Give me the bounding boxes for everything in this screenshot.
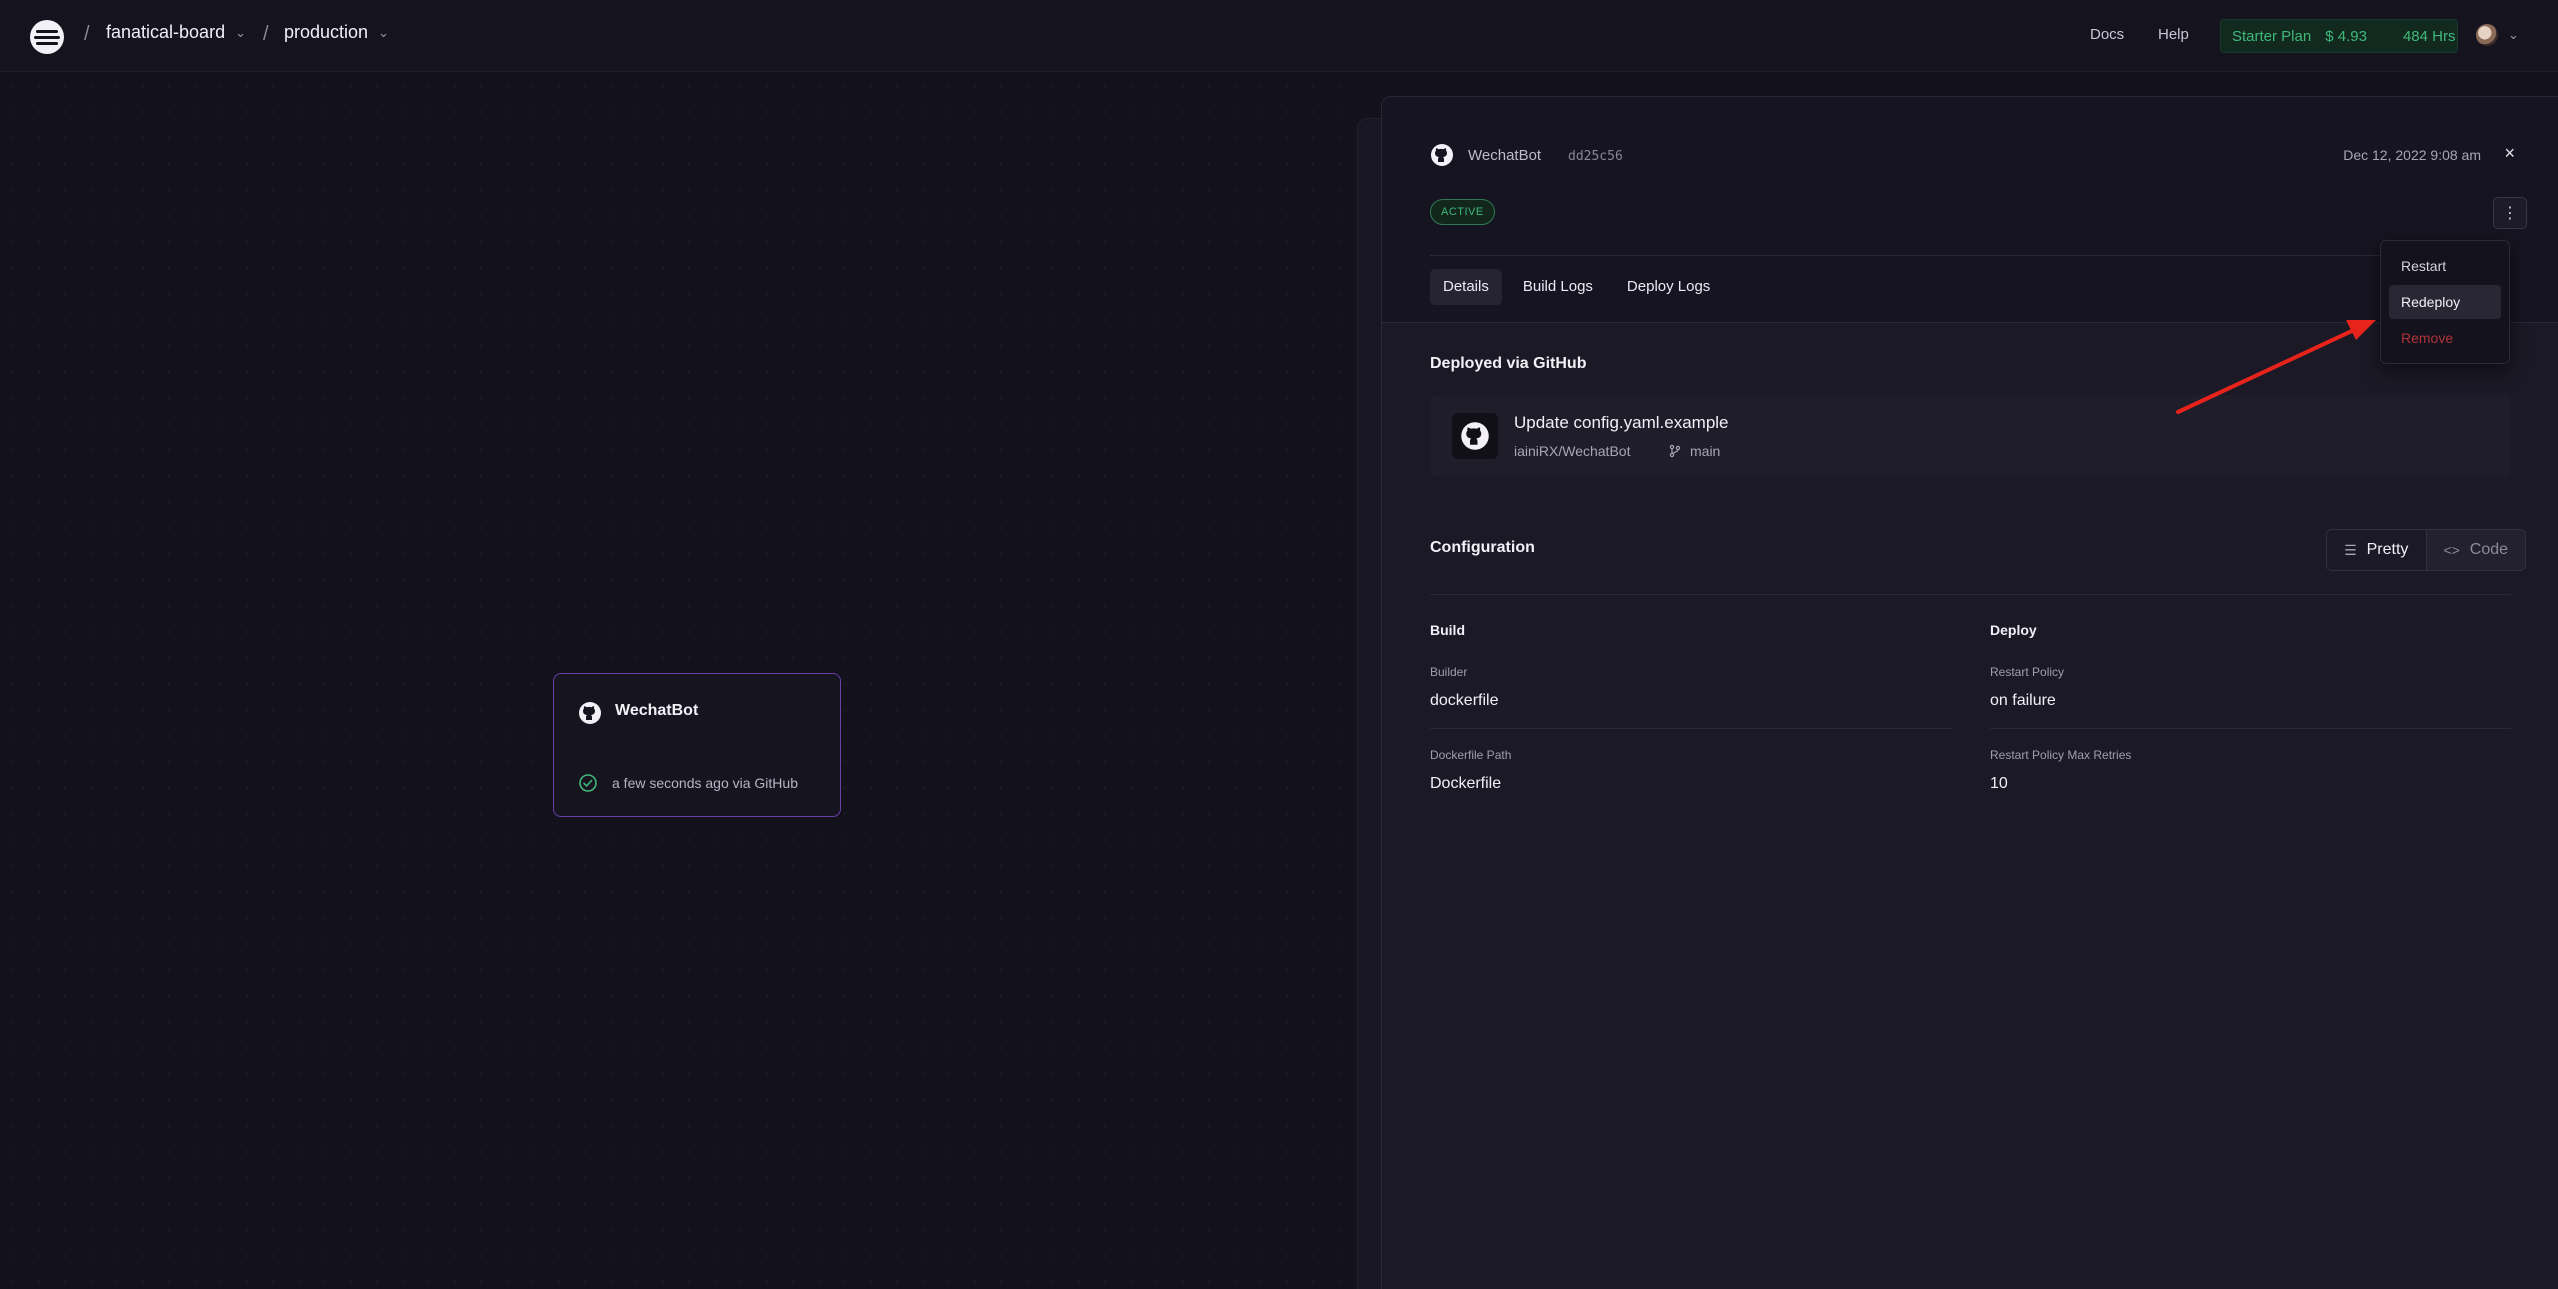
list-icon: ☰ xyxy=(2344,541,2357,558)
git-branch-icon xyxy=(1669,444,1681,458)
commit-repo-link[interactable]: iainiRX/WechatBot xyxy=(1514,443,1630,459)
deployment-date: Dec 12, 2022 9:08 am xyxy=(2343,147,2481,163)
commit-branch: main xyxy=(1668,443,1720,459)
restart-policy-value: on failure xyxy=(1990,692,2056,709)
github-icon xyxy=(1452,413,1498,459)
code-label: Code xyxy=(2469,541,2509,558)
tab-details[interactable]: Details xyxy=(1430,269,1502,305)
commit-info-box[interactable]: Update config.yaml.example iainiRX/Wecha… xyxy=(1430,395,2511,477)
project-name: fanatical-board xyxy=(106,22,226,42)
plan-usage-badge[interactable]: Starter Plan $ 4.93 484 Hrs xyxy=(2220,19,2458,53)
tab-build-logs[interactable]: Build Logs xyxy=(1510,269,1606,305)
close-icon[interactable]: × xyxy=(2504,143,2515,164)
project-selector[interactable]: fanatical-board ⌄ xyxy=(106,22,246,43)
more-options-button[interactable]: ⋮ xyxy=(2493,197,2527,229)
github-icon xyxy=(579,702,601,724)
panel-tabs: Details Build Logs Deploy Logs xyxy=(1430,269,1723,305)
menu-item-remove[interactable]: Remove xyxy=(2389,321,2501,355)
project-canvas[interactable]: WechatBot a few seconds ago via GitHub xyxy=(0,73,1360,1289)
max-retries-value: 10 xyxy=(1990,775,2008,792)
code-view-button[interactable]: <> Code xyxy=(2425,530,2525,570)
menu-item-redeploy[interactable]: Redeploy xyxy=(2389,285,2501,319)
commit-hash: dd25c56 xyxy=(1568,149,1623,164)
deployed-via-title: Deployed via GitHub xyxy=(1430,355,1587,372)
help-link[interactable]: Help xyxy=(2158,26,2189,43)
code-icon: <> xyxy=(2443,542,2460,558)
restart-policy-label: Restart Policy xyxy=(1990,665,2065,679)
railway-logo-icon[interactable] xyxy=(30,20,64,54)
github-icon xyxy=(1431,144,1453,166)
chevron-down-icon[interactable]: ⌄ xyxy=(2508,27,2519,43)
plan-cost: $ 4.93 xyxy=(2325,27,2367,45)
dockerfile-path-value: Dockerfile xyxy=(1430,775,1502,792)
pretty-view-button[interactable]: ☰ Pretty xyxy=(2327,530,2426,570)
plan-hours: 484 Hrs xyxy=(2402,27,2456,45)
service-name: WechatBot xyxy=(615,702,699,719)
divider xyxy=(1430,728,1952,729)
service-card[interactable]: WechatBot a few seconds ago via GitHub xyxy=(553,673,841,817)
environment-selector[interactable]: production ⌄ xyxy=(284,22,389,43)
max-retries-label: Restart Policy Max Retries xyxy=(1990,748,2132,762)
chevron-down-icon: ⌄ xyxy=(235,24,246,40)
pretty-label: Pretty xyxy=(2366,541,2409,558)
plan-name: Starter Plan xyxy=(2232,27,2312,45)
menu-item-restart[interactable]: Restart xyxy=(2389,249,2501,283)
tab-deploy-logs[interactable]: Deploy Logs xyxy=(1614,269,1723,305)
deploy-heading: Deploy xyxy=(1990,622,2037,638)
config-view-toggle: ☰ Pretty <> Code xyxy=(2326,529,2526,571)
builder-label: Builder xyxy=(1430,665,1468,679)
user-avatar[interactable] xyxy=(2476,24,2498,46)
divider xyxy=(1430,594,2511,595)
configuration-title: Configuration xyxy=(1430,539,1535,556)
breadcrumb-separator: / xyxy=(263,23,269,45)
chevron-down-icon: ⌄ xyxy=(378,24,389,40)
commit-message: Update config.yaml.example xyxy=(1514,413,1729,432)
divider xyxy=(1990,728,2511,729)
builder-value: dockerfile xyxy=(1430,692,1499,709)
panel-service-name: WechatBot xyxy=(1468,147,1542,164)
dockerfile-path-label: Dockerfile Path xyxy=(1430,748,1512,762)
deployment-status-text: a few seconds ago via GitHub xyxy=(612,775,798,791)
options-dropdown-menu: Restart Redeploy Remove xyxy=(2380,240,2510,364)
build-heading: Build xyxy=(1430,622,1465,638)
branch-name: main xyxy=(1690,443,1721,459)
check-circle-icon xyxy=(579,774,597,792)
environment-name: production xyxy=(284,22,369,42)
divider xyxy=(1430,255,2511,256)
top-navigation-bar: / fanatical-board ⌄ / production ⌄ Docs … xyxy=(0,0,2558,72)
docs-link[interactable]: Docs xyxy=(2090,26,2124,43)
breadcrumb-separator: / xyxy=(84,23,90,45)
status-badge: ACTIVE xyxy=(1430,199,1495,225)
